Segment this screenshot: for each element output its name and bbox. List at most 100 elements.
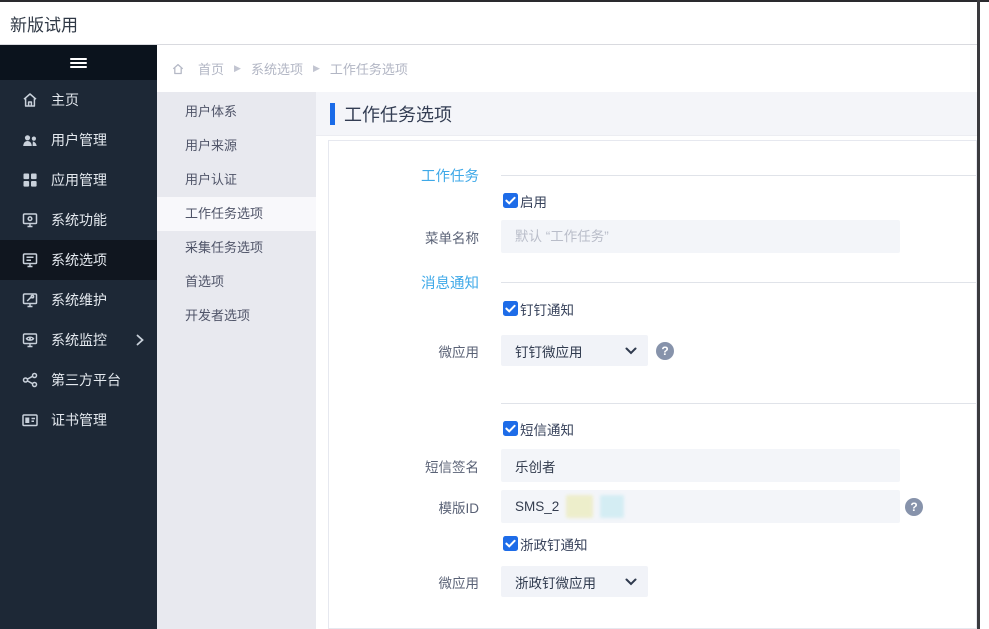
sms-checkbox-label: 短信通知 (520, 422, 574, 438)
dingtalk-app-row: 微应用 钉钉微应用 ? (329, 335, 976, 366)
zzd-app-select[interactable]: 浙政钉微应用 (501, 566, 648, 597)
breadcrumb: 首页 ▶ 系统选项 ▶ 工作任务选项 (157, 45, 977, 92)
monitor-eye-icon (21, 331, 39, 349)
section-divider (501, 281, 976, 283)
section-message-notify: 消息通知 (329, 272, 976, 292)
sidebar-item-label: 第三方平台 (51, 372, 121, 388)
submenu-item-developer-options[interactable]: 开发者选项 (157, 299, 316, 333)
top-header: 新版试用 (0, 2, 977, 45)
sidebar-item-app-management[interactable]: 应用管理 (0, 160, 157, 200)
sms-template-value: SMS_2 (515, 499, 560, 514)
sidebar-item-label: 应用管理 (51, 172, 107, 188)
monitor-gear-icon (21, 211, 39, 229)
section-work-task: 工作任务 (329, 165, 976, 185)
sidebar-item-home[interactable]: 主页 (0, 80, 157, 120)
submenu-item-user-system[interactable]: 用户体系 (157, 95, 316, 129)
zzd-checkbox-label: 浙政钉通知 (520, 537, 588, 553)
sms-template-input[interactable]: SMS_2 (501, 490, 900, 523)
sidebar-item-user-management[interactable]: 用户管理 (0, 120, 157, 160)
sidebar-item-label: 系统维护 (51, 292, 107, 308)
options-submenu: 用户体系 用户来源 用户认证 工作任务选项 采集任务选项 首选项 开发者选项 (157, 92, 316, 629)
sidebar-item-third-party-platform[interactable]: 第三方平台 (0, 360, 157, 400)
zzd-app-row: 微应用 浙政钉微应用 (329, 566, 976, 597)
certificate-card-icon (21, 411, 39, 429)
submenu-item-user-source[interactable]: 用户来源 (157, 129, 316, 163)
dingtalk-app-select[interactable]: 钉钉微应用 (501, 335, 648, 366)
dingtalk-app-label: 微应用 (438, 344, 480, 360)
breadcrumb-item-system-options[interactable]: 系统选项 (251, 59, 303, 78)
breadcrumb-separator-icon: ▶ (312, 63, 320, 73)
sidebar-item-label: 系统监控 (51, 332, 107, 348)
sidebar-item-certificate-management[interactable]: 证书管理 (0, 400, 157, 440)
submenu-item-preferences[interactable]: 首选项 (157, 265, 316, 299)
sms-sign-row: 短信签名 (329, 449, 976, 482)
redacted-text-block (566, 495, 594, 518)
breadcrumb-item-current: 工作任务选项 (329, 62, 408, 77)
scrollbar[interactable] (977, 0, 980, 629)
sms-template-row: 模版ID SMS_2 ? (329, 490, 976, 523)
sms-template-label: 模版ID (438, 500, 480, 516)
sidebar-item-label: 证书管理 (51, 412, 107, 428)
zzd-checkbox[interactable] (503, 536, 518, 551)
breadcrumb-item-home[interactable]: 首页 (198, 59, 224, 78)
primary-sidebar: 主页 用户管理 应用管理 系统功能 系统选项 系统维护 系统监控 第三方平台 证… (0, 45, 157, 629)
monitor-options-icon (21, 251, 39, 269)
enable-checkbox[interactable] (503, 193, 518, 208)
breadcrumb-separator-icon: ▶ (234, 63, 241, 73)
chevron-right-icon (136, 334, 144, 346)
submenu-item-collect-task-options[interactable]: 采集任务选项 (157, 231, 316, 265)
page-title: 工作任务选项 (344, 104, 452, 125)
selected-option: 钉钉微应用 (515, 344, 583, 360)
dingtalk-checkbox[interactable] (503, 301, 518, 316)
section-title: 工作任务 (421, 168, 479, 185)
sms-sign-input[interactable] (501, 449, 900, 482)
users-icon (21, 131, 39, 149)
monitor-wrench-icon (21, 291, 39, 309)
submenu-item-work-task-options[interactable]: 工作任务选项 (157, 197, 316, 231)
sidebar-item-label: 主页 (51, 92, 79, 108)
menu-name-row: 菜单名称 (329, 220, 976, 253)
sidebar-item-system-maintenance[interactable]: 系统维护 (0, 280, 157, 320)
zzd-row: 浙政钉通知 (329, 536, 976, 553)
sms-sign-label: 短信签名 (425, 459, 479, 475)
selected-option: 浙政钉微应用 (515, 575, 596, 591)
menu-name-label: 菜单名称 (425, 230, 479, 246)
home-icon (21, 91, 39, 109)
window-top-edge (0, 0, 989, 2)
section-divider (501, 174, 976, 176)
sms-checkbox[interactable] (503, 421, 518, 436)
sidebar-item-system-functions[interactable]: 系统功能 (0, 200, 157, 240)
sidebar-item-label: 用户管理 (51, 132, 107, 148)
sidebar-item-system-monitoring[interactable]: 系统监控 (0, 320, 157, 360)
app-window: 新版试用 主页 用户管理 应用管理 系统功能 系统选项 系统维护 系统监控 第三… (0, 0, 989, 629)
section-title: 消息通知 (421, 275, 479, 292)
group-divider-row (329, 403, 976, 404)
help-icon[interactable]: ? (656, 341, 674, 360)
enable-checkbox-label: 启用 (520, 194, 547, 210)
help-icon[interactable]: ? (905, 497, 923, 516)
title-accent-bar (330, 102, 335, 125)
dingtalk-row: 钉钉通知 (329, 301, 976, 318)
menu-name-input[interactable] (501, 220, 900, 253)
dingtalk-checkbox-label: 钉钉通知 (520, 302, 574, 318)
submenu-item-user-auth[interactable]: 用户认证 (157, 163, 316, 197)
chevron-down-icon (625, 347, 637, 355)
hamburger-icon (70, 56, 87, 70)
group-divider (501, 403, 976, 404)
main-content: 工作任务选项 工作任务 启用 菜单名称 默认 “工作任务” 消息通知 钉钉通知 … (316, 92, 977, 629)
sidebar-item-system-options[interactable]: 系统选项 (0, 240, 157, 280)
sidebar-item-label: 系统选项 (51, 252, 107, 268)
enable-row: 启用 (329, 193, 976, 210)
breadcrumb-home-icon[interactable] (171, 62, 185, 76)
settings-form-card: 工作任务 启用 菜单名称 消息通知 (328, 140, 977, 629)
app-title: 新版试用 (10, 15, 78, 35)
zzd-app-label: 微应用 (438, 575, 480, 591)
sms-row: 短信通知 (329, 421, 976, 438)
page-title-bar: 工作任务选项 (316, 92, 977, 136)
apps-grid-icon (21, 171, 39, 189)
sidebar-item-label: 系统功能 (51, 212, 107, 228)
sidebar-collapse-button[interactable] (0, 45, 157, 80)
redacted-text-block (600, 495, 625, 518)
share-nodes-icon (21, 371, 39, 389)
chevron-down-icon (625, 578, 637, 586)
